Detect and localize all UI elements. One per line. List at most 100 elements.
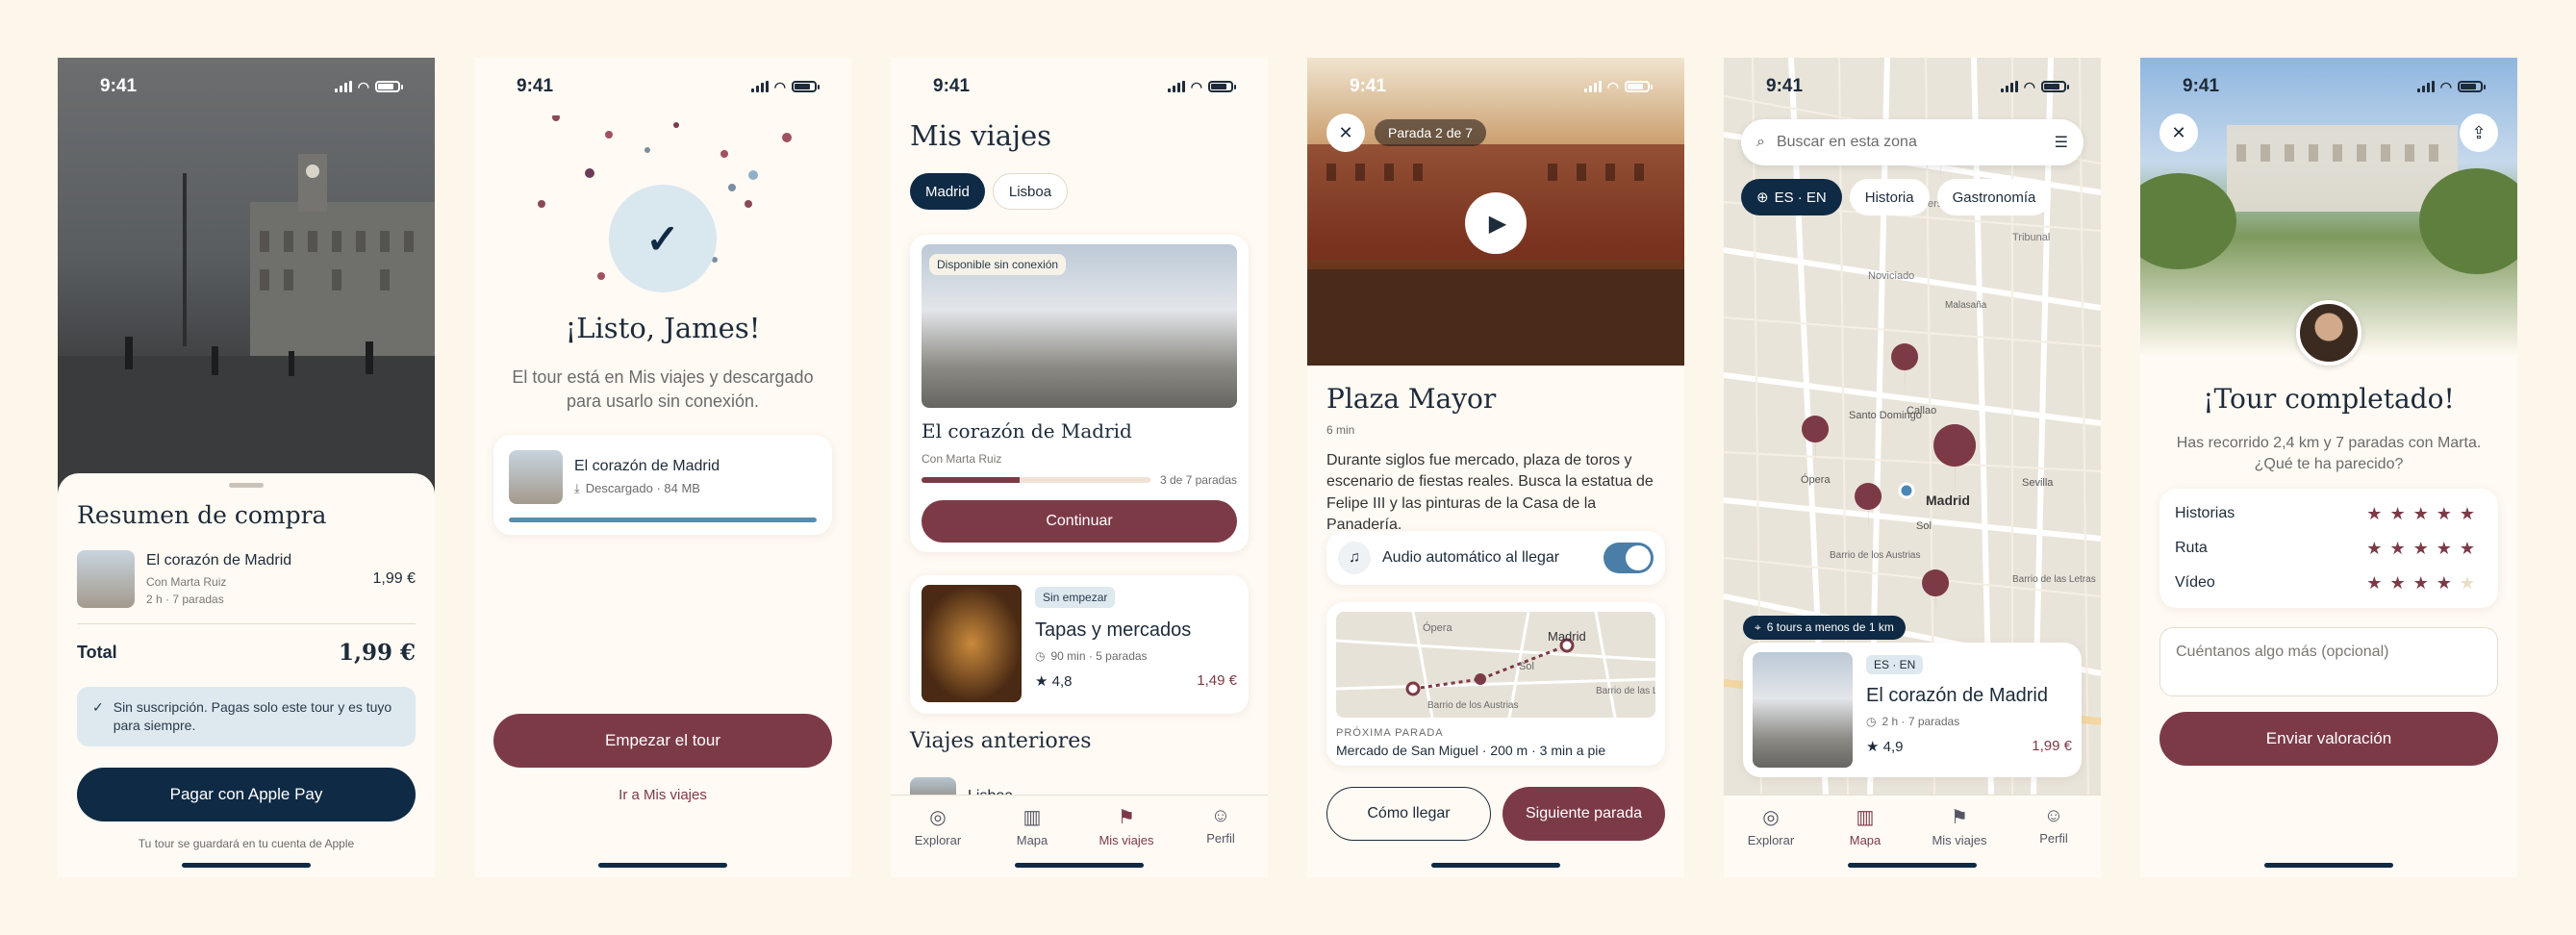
signal-icon bbox=[334, 81, 352, 92]
star-icon[interactable]: ★ bbox=[2460, 573, 2483, 593]
star-icon[interactable]: ★ bbox=[2413, 573, 2437, 593]
complete-title: ¡Tour completado! bbox=[2203, 383, 2455, 415]
user-location-dot bbox=[1898, 482, 1915, 499]
status-bar: 9:41 ◠ bbox=[474, 58, 851, 115]
person-icon: ☺ bbox=[2043, 805, 2064, 826]
status-bar: 9:41 ◠ bbox=[1307, 58, 1684, 115]
map-label-santo-domingo: Santo Domingo bbox=[1849, 410, 1922, 421]
no-subscription-notice: ✓ Sin suscripción. Pagas solo este tour … bbox=[77, 687, 416, 746]
item-meta: 2 h · 7 paradas bbox=[146, 593, 224, 606]
star-icon[interactable]: ★ bbox=[2460, 539, 2483, 558]
close-button[interactable]: ✕ bbox=[1326, 114, 1365, 152]
star-icon[interactable]: ★ bbox=[2437, 504, 2460, 523]
status-time: 9:41 bbox=[100, 76, 138, 96]
next-stop-card[interactable]: Ópera Madrid Sol Barrio de las Letras Ba… bbox=[1326, 602, 1665, 766]
bookmark-icon: ⚑ bbox=[1118, 807, 1135, 828]
auto-audio-label: Audio automático al llegar bbox=[1382, 549, 1560, 566]
comment-input[interactable]: Cuéntanos algo más (opcional) bbox=[2159, 627, 2498, 696]
play-button[interactable]: ▶ bbox=[1465, 192, 1527, 254]
star-icon[interactable]: ★ bbox=[2366, 573, 2389, 593]
apple-pay-button[interactable]: Pagar con Apple Pay bbox=[77, 767, 416, 821]
search-bar[interactable]: ⌕ Buscar en esta zona ☰ bbox=[1741, 119, 2084, 165]
map-label-austrias: Barrio de los Austrias bbox=[1830, 550, 1921, 561]
directions-button[interactable]: Cómo llegar bbox=[1326, 787, 1491, 841]
next-stop-label: PRÓXIMA PARADA bbox=[1336, 727, 1444, 739]
download-progress-fill bbox=[509, 518, 817, 522]
language-chip[interactable]: ⊕ ES · EN bbox=[1741, 179, 1842, 215]
star-icon: ★ bbox=[1866, 739, 1880, 755]
wifi-icon: ◠ bbox=[357, 78, 369, 94]
chip-madrid[interactable]: Madrid bbox=[910, 173, 985, 210]
star-icon[interactable]: ★ bbox=[2437, 539, 2460, 558]
guide-avatar bbox=[2296, 300, 2361, 366]
tour-preview-card[interactable]: ES · EN El corazón de Madrid ◷ 2 h · 7 pa… bbox=[1743, 643, 2082, 777]
star-icon[interactable]: ★ bbox=[2413, 539, 2437, 558]
start-tour-button[interactable]: Empezar el tour bbox=[493, 714, 832, 768]
toggle-knob bbox=[1626, 545, 1651, 570]
stop-duration: 6 min bbox=[1326, 423, 1355, 437]
card-meta: 2 h · 7 paradas bbox=[1881, 715, 1960, 728]
wifi-icon: ◠ bbox=[773, 78, 786, 94]
tab-explore[interactable]: ◎ Explorar bbox=[899, 805, 976, 877]
rating-stars-historias[interactable]: ★★★★★ bbox=[2366, 504, 2483, 524]
star-icon[interactable]: ★ bbox=[2389, 573, 2412, 593]
star-icon[interactable]: ★ bbox=[2389, 539, 2412, 558]
map-label-tribunal: Tribunal bbox=[2012, 232, 2050, 243]
share-button[interactable]: ⇪ bbox=[2460, 114, 2498, 152]
star-icon: ★ bbox=[1035, 673, 1048, 690]
submit-rating-button[interactable]: Enviar valoración bbox=[2159, 712, 2498, 766]
search-icon: ⌕ bbox=[1756, 134, 1765, 150]
status-bar: 9:41 ◠ bbox=[891, 58, 1268, 115]
item-guide: Con Marta Ruiz bbox=[146, 575, 227, 589]
continue-button[interactable]: Continuar bbox=[922, 500, 1237, 543]
tour-progress-fill bbox=[922, 477, 1021, 483]
chip-lisboa[interactable]: Lisboa bbox=[992, 173, 1069, 210]
map-label-noviciado: Noviciado bbox=[1868, 270, 1914, 282]
map-label-opera: Ópera bbox=[1801, 473, 1831, 486]
go-to-trips-link[interactable]: Ir a Mis viajes bbox=[474, 787, 851, 803]
star-icon[interactable]: ★ bbox=[2437, 573, 2460, 593]
complete-subtitle: Has recorrido 2,4 km y 7 paradas con Mar… bbox=[2176, 435, 2482, 473]
star-icon[interactable]: ★ bbox=[2460, 504, 2483, 523]
signal-icon bbox=[1167, 81, 1185, 92]
status-icons: ◠ bbox=[1583, 79, 1653, 95]
search-input[interactable]: Buscar en esta zona bbox=[1777, 134, 2043, 151]
close-button[interactable]: ✕ bbox=[2159, 114, 2198, 152]
screen-tour-stop: 9:41 ◠ ✕ Parada 2 de 7 ▶ Plaza Mayor 6 m… bbox=[1307, 58, 1684, 877]
status-bar: 9:41 ◠ bbox=[1724, 58, 2101, 115]
star-icon[interactable]: ★ bbox=[2366, 504, 2389, 523]
next-stop-button[interactable]: Siguiente parada bbox=[1503, 787, 1665, 841]
tab-explore[interactable]: ◎ Explorar bbox=[1732, 805, 1809, 877]
city-chips: Madrid Lisboa bbox=[910, 173, 1069, 210]
tab-profile[interactable]: ☺ Perfil bbox=[1182, 805, 1259, 877]
downloaded-tour-card[interactable]: El corazón de Madrid ⤓ Descargado · 84 M… bbox=[493, 435, 832, 535]
home-indicator bbox=[182, 863, 311, 868]
map-label-malasana: Malasaña bbox=[1945, 300, 1987, 311]
filter-icon[interactable]: ☰ bbox=[2055, 133, 2068, 152]
star-icon[interactable]: ★ bbox=[2389, 504, 2412, 523]
status-time: 9:41 bbox=[1350, 76, 1387, 96]
status-icons: ◠ bbox=[334, 78, 403, 95]
battery-icon bbox=[1625, 81, 1653, 92]
wifi-icon: ◠ bbox=[1190, 78, 1202, 94]
auto-audio-toggle[interactable] bbox=[1604, 543, 1654, 573]
total-row: Total 1,99 € bbox=[77, 640, 416, 666]
clock-icon: ◷ bbox=[1866, 715, 1877, 728]
star-icon[interactable]: ★ bbox=[2413, 504, 2437, 523]
status-bar: 9:41 ◠ bbox=[58, 58, 435, 115]
tour-card-tapas[interactable]: Sin empezar Tapas y mercados ◷ 90 min · 5… bbox=[910, 575, 1249, 714]
total-label: Total bbox=[77, 643, 117, 662]
filter-chips: ⊕ ES · EN Historia Gastronomía bbox=[1741, 179, 2052, 215]
rating-stars-video[interactable]: ★★★★★ bbox=[2366, 573, 2483, 594]
close-icon: ✕ bbox=[2171, 122, 2186, 142]
sheet-grabber[interactable] bbox=[229, 483, 264, 488]
rating-stars-ruta[interactable]: ★★★★★ bbox=[2366, 539, 2483, 559]
check-icon: ✓ bbox=[92, 699, 104, 715]
tab-profile[interactable]: ☺ Perfil bbox=[2015, 805, 2092, 877]
mini-map: Ópera Madrid Sol Barrio de las Letras Ba… bbox=[1336, 612, 1655, 718]
chip-gastronomia[interactable]: Gastronomía bbox=[1936, 179, 2052, 215]
chip-historia[interactable]: Historia bbox=[1849, 179, 1930, 215]
rating-row: Ruta ★★★★★ bbox=[2175, 531, 2483, 566]
star-icon[interactable]: ★ bbox=[2366, 539, 2389, 558]
tour-progress-bar bbox=[922, 477, 1150, 483]
